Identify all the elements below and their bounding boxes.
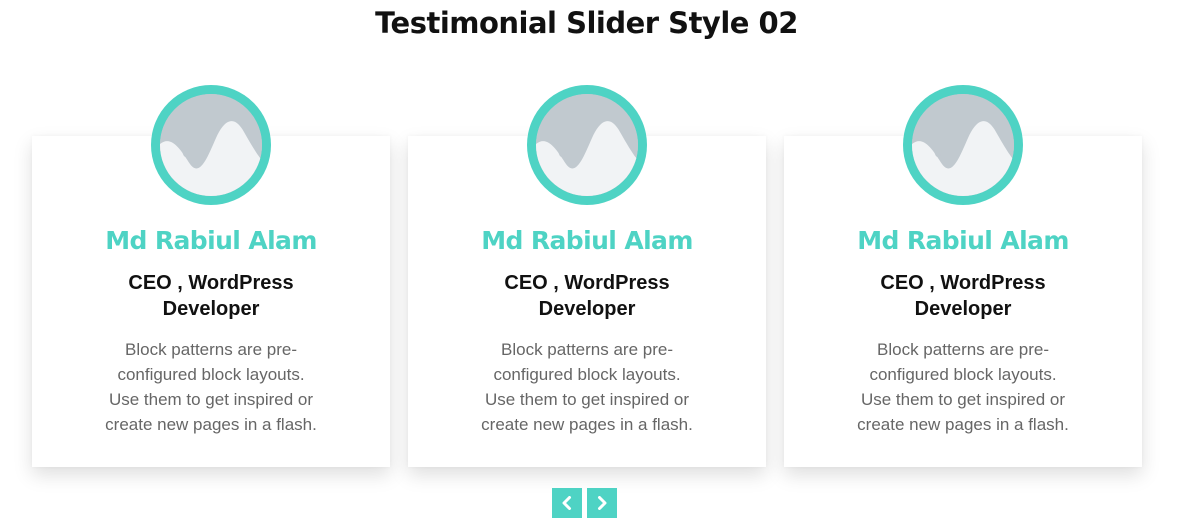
chevron-right-icon <box>598 496 607 510</box>
testimonial-text: Block patterns are pre-configured block … <box>105 340 317 434</box>
chevron-left-icon <box>562 496 571 510</box>
avatar <box>903 85 1023 205</box>
testimonial-name: Md Rabiul Alam <box>857 226 1069 255</box>
page-title: Testimonial Slider Style 02 <box>375 6 798 40</box>
slider-prev-button[interactable] <box>552 488 582 518</box>
testimonial-card: Md Rabiul Alam CEO , WordPress Developer… <box>784 85 1142 467</box>
testimonial-role: CEO , WordPress Developer <box>128 272 294 320</box>
testimonial-role: CEO , WordPress Developer <box>880 272 1046 320</box>
avatar <box>151 85 271 205</box>
avatar <box>527 85 647 205</box>
testimonial-text: Block patterns are pre-configured block … <box>481 340 693 434</box>
testimonial-card: Md Rabiul Alam CEO , WordPress Developer… <box>408 85 766 467</box>
image-placeholder-icon <box>912 94 1014 196</box>
image-placeholder-icon <box>160 94 262 196</box>
slider-next-button[interactable] <box>587 488 617 518</box>
testimonial-name: Md Rabiul Alam <box>105 226 317 255</box>
testimonial-card: Md Rabiul Alam CEO , WordPress Developer… <box>32 85 390 467</box>
testimonial-role: CEO , WordPress Developer <box>504 272 670 320</box>
testimonial-text: Block patterns are pre-configured block … <box>857 340 1069 434</box>
image-placeholder-icon <box>536 94 638 196</box>
testimonial-name: Md Rabiul Alam <box>481 226 693 255</box>
